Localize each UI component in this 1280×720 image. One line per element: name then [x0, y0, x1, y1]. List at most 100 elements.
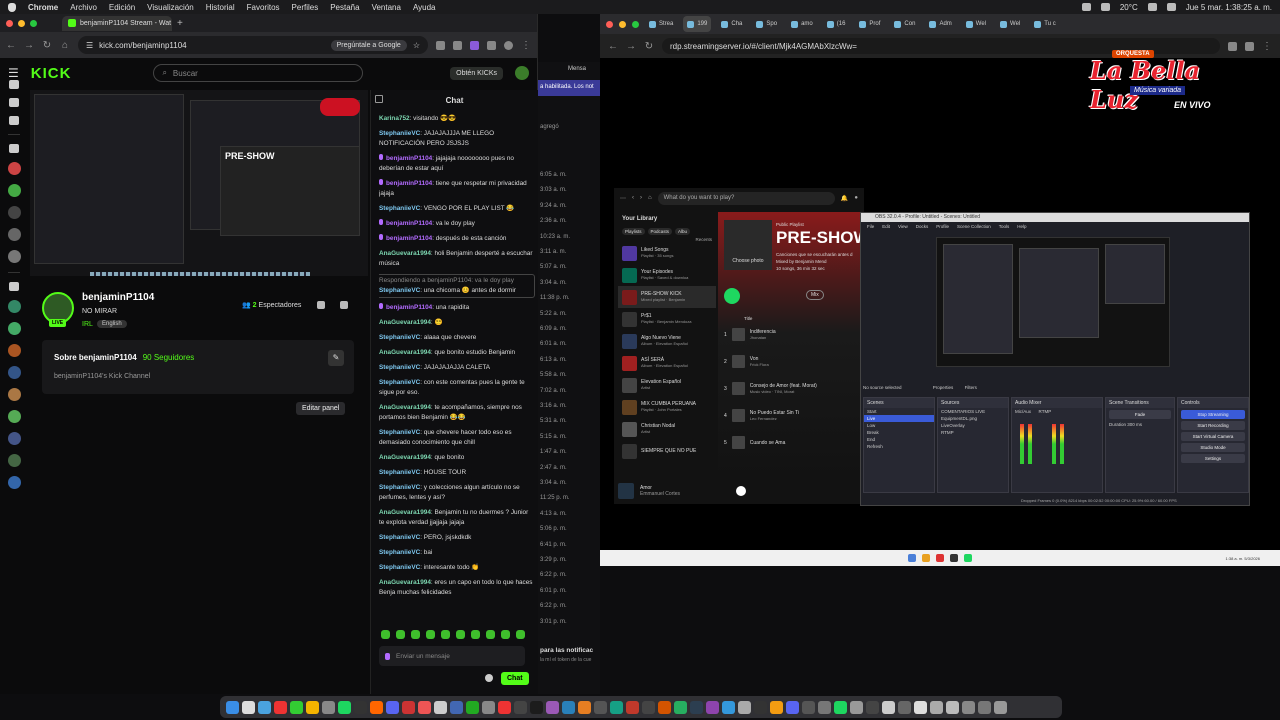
dock-app-icon[interactable] — [290, 700, 303, 714]
start-icon[interactable] — [908, 554, 916, 562]
library-title[interactable]: Your Library — [618, 212, 716, 226]
browser-tab[interactable]: Con — [890, 20, 919, 28]
dock-app-icon[interactable] — [258, 700, 271, 714]
dock-app-icon[interactable] — [578, 700, 591, 714]
dock-app-icon[interactable] — [322, 700, 335, 714]
ask-google-button[interactable]: Pregúntale a Google — [330, 39, 407, 51]
heart-icon[interactable] — [9, 144, 19, 153]
chat-message[interactable]: StephaniieVC: HOUSE TOUR — [379, 468, 535, 478]
tab-kick-stream[interactable]: benjaminP1104 Stream - Wat ✕ — [62, 15, 172, 31]
dock-app-icon[interactable] — [386, 700, 399, 714]
chat-username[interactable]: benjaminP1104 — [386, 180, 432, 187]
emote-icon[interactable] — [456, 630, 465, 639]
dock-app-icon[interactable] — [978, 700, 991, 714]
obs-menu-item[interactable]: Profile — [936, 224, 949, 229]
recommended-channel-avatar[interactable] — [7, 476, 21, 489]
user-avatar[interactable] — [515, 66, 529, 80]
obs-control-button[interactable]: Studio Mode — [1181, 443, 1245, 452]
library-item[interactable]: PRE-SHOW KICK Mixed playlist · Benjamin — [618, 286, 716, 308]
obs-menu-item[interactable]: View — [898, 224, 908, 229]
scene-item[interactable]: Low — [864, 422, 934, 429]
filter-chip[interactable]: Playlists — [622, 228, 645, 235]
chat-username[interactable]: StephaniieVC — [379, 287, 420, 294]
bookmark-star-icon[interactable]: ☆ — [413, 41, 420, 50]
scene-item[interactable]: Live — [864, 415, 934, 422]
obs-control-button[interactable]: Start Virtual Camera — [1181, 432, 1245, 441]
dock-app-icon[interactable] — [930, 700, 943, 714]
followed-channel-avatar[interactable] — [7, 250, 21, 263]
menu-edicion[interactable]: Edición — [109, 3, 135, 12]
browser-tab[interactable]: Wel — [996, 20, 1024, 28]
emote-icon[interactable] — [441, 630, 450, 639]
chat-message[interactable]: benjaminP1104: después de esta canción — [379, 234, 535, 244]
kick-search-input[interactable]: ⌕ Buscar — [153, 64, 364, 82]
dock-app-icon[interactable] — [770, 700, 783, 714]
chat-message[interactable]: StephaniieVC: alaaa que chevere — [379, 333, 535, 343]
dock-app-icon[interactable] — [786, 700, 799, 714]
emote-icon[interactable] — [516, 630, 525, 639]
minimize-window-icon[interactable] — [619, 20, 626, 28]
forward-icon[interactable]: → — [24, 40, 34, 51]
extension-icon[interactable] — [453, 40, 462, 50]
menu-ayuda[interactable]: Ayuda — [413, 3, 436, 12]
dock-app-icon[interactable] — [242, 700, 255, 714]
track-row[interactable]: 2 Von Frick Flora — [724, 355, 854, 368]
chat-message[interactable]: AnaGuevara1994: eres un capo en todo lo … — [379, 578, 535, 598]
followed-channel-avatar[interactable] — [7, 162, 21, 175]
language-tag[interactable]: English — [97, 320, 127, 328]
emote-icon[interactable] — [381, 630, 390, 639]
playlist-cover[interactable]: Choose photo — [724, 220, 772, 270]
chat-username[interactable]: AnaGuevara1994 — [379, 509, 431, 516]
track-row[interactable]: 5 Cuando se Ama — [724, 436, 854, 449]
obs-control-button[interactable]: Stop Streaming — [1181, 410, 1245, 419]
scene-item[interactable]: End — [864, 436, 934, 443]
profile-avatar[interactable]: ● — [854, 195, 858, 201]
recommended-channel-avatar[interactable] — [7, 344, 21, 357]
scene-item[interactable]: Start — [864, 408, 934, 415]
chat-username[interactable]: AnaGuevara1994 — [379, 250, 431, 257]
channel-name[interactable]: benjaminP1104 — [82, 292, 154, 303]
menu-pestana[interactable]: Pestaña — [330, 3, 359, 12]
dock-app-icon[interactable] — [354, 700, 367, 714]
library-item[interactable]: MIX CUMBIA PERUANA Playlist · John Portal… — [618, 396, 716, 418]
obs-control-button[interactable]: Settings — [1181, 454, 1245, 463]
obs-menu-item[interactable]: Help — [1017, 224, 1026, 229]
dock-app-icon[interactable] — [338, 700, 351, 714]
taskbar-app-icon[interactable] — [922, 554, 930, 562]
site-info-icon[interactable]: ☰ — [86, 41, 93, 50]
obs-menu-item[interactable]: Edit — [882, 224, 890, 229]
back-icon[interactable]: ← — [608, 41, 618, 52]
chat-username[interactable]: Karina752 — [379, 115, 410, 122]
taskbar-app-icon[interactable] — [936, 554, 944, 562]
chat-message[interactable]: StephaniieVC: JAJAJAJJJA ME LLEGO NOTIFI… — [379, 129, 535, 149]
dock-app-icon[interactable] — [962, 700, 975, 714]
chat-message[interactable]: AnaGuevara1994: Benjamin tu no duermes ?… — [379, 508, 535, 528]
chat-username[interactable]: StephaniieVC — [379, 429, 420, 436]
chat-username[interactable]: StephaniieVC — [379, 534, 420, 541]
home-icon[interactable]: ⌂ — [648, 195, 652, 201]
menu-ventana[interactable]: Ventana — [372, 3, 401, 12]
dock-app-icon[interactable] — [802, 700, 815, 714]
filters-button[interactable]: Filters — [965, 385, 977, 390]
chat-message[interactable]: AnaGuevara1994: que bonito — [379, 453, 535, 463]
chat-username[interactable]: StephaniieVC — [379, 469, 420, 476]
stream-category[interactable]: IRL — [82, 321, 93, 328]
chat-message[interactable]: StephaniieVC: que chevere hacer todo eso… — [379, 428, 535, 448]
chat-username[interactable]: benjaminP1104 — [386, 155, 432, 162]
maximize-window-icon[interactable] — [30, 19, 37, 27]
recommended-channel-avatar[interactable] — [7, 388, 21, 401]
control-center-icon[interactable] — [1166, 3, 1176, 11]
emote-icon[interactable] — [501, 630, 510, 639]
chat-username[interactable]: StephaniieVC — [379, 130, 420, 137]
mix-button[interactable]: Mix — [806, 290, 824, 300]
chat-settings-gear-icon[interactable] — [485, 674, 493, 682]
taskbar-app-icon[interactable] — [964, 554, 972, 562]
chat-message[interactable]: benjaminP1104: una rapidita — [379, 303, 535, 313]
followed-channel-avatar[interactable] — [7, 206, 21, 219]
now-playing-artist[interactable]: Emmanuel Cortes — [640, 491, 680, 497]
menubar-clock[interactable]: Jue 5 mar. 1:38:25 a. m. — [1186, 3, 1272, 12]
dock-app-icon[interactable] — [450, 700, 463, 714]
chat-message[interactable]: benjaminP1104: tiene que respetar mi pri… — [379, 179, 535, 199]
notifications-icon[interactable]: 🔔 — [841, 195, 848, 202]
dock-app-icon[interactable] — [722, 700, 735, 714]
